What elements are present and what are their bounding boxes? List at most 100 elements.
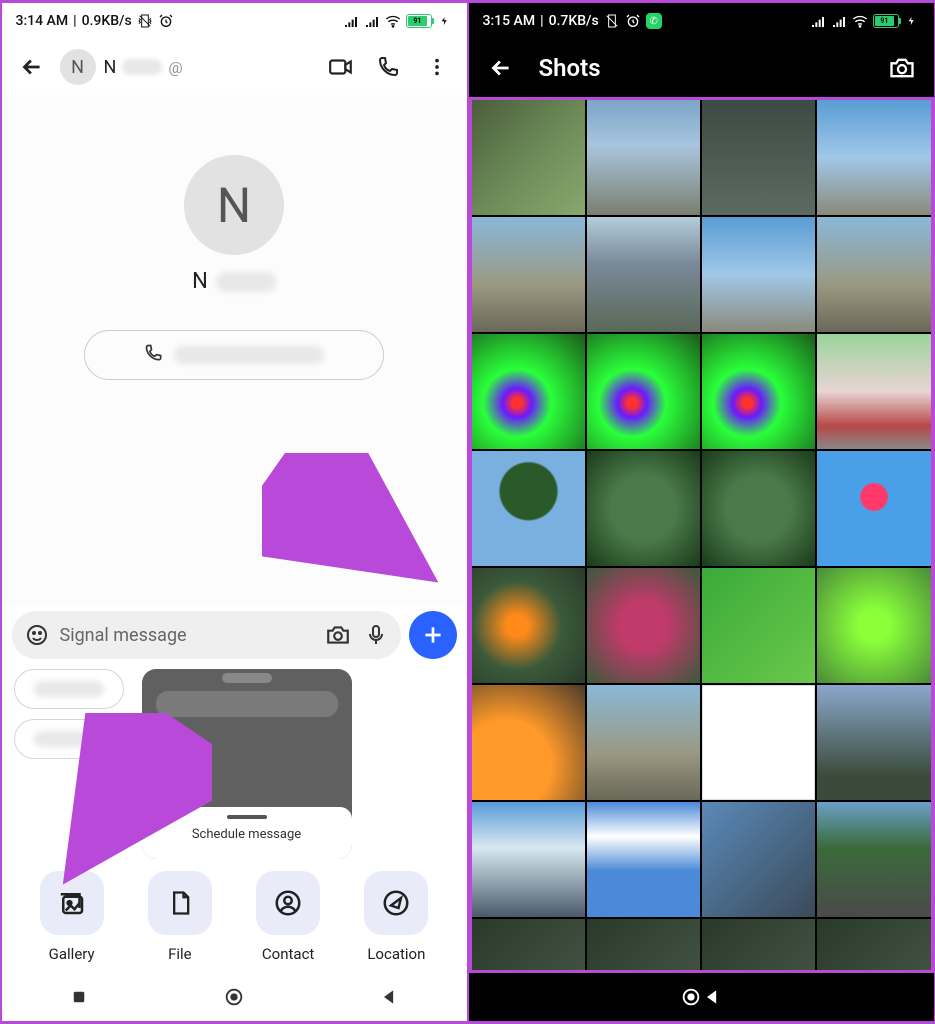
recent-thumbnail[interactable] [14,719,124,759]
voice-call-button[interactable] [369,47,409,87]
gallery-thumbnail[interactable] [817,217,930,332]
profile-phone-bubble[interactable] [84,330,384,380]
attach-location-button[interactable]: Location [364,871,428,963]
attach-plus-button[interactable] [409,611,457,659]
gallery-thumbnail[interactable] [587,451,700,566]
chat-header: N N @ [2,39,467,95]
nav-home-button[interactable] [222,985,246,1009]
status-bar: 3:15 AM | 0.7KB/s ✆ [469,3,934,39]
gallery-thumbnail[interactable] [702,685,815,800]
shots-header: Shots [469,39,934,97]
gallery-thumbnail[interactable] [472,568,585,683]
attach-file-label: File [168,945,192,963]
signal-bars-icon-2 [831,13,847,29]
schedule-preview-card[interactable]: Schedule message [142,669,352,859]
contact-icon [256,871,320,935]
status-time: 3:14 AM [16,13,69,29]
preview-bottom-sheet: Schedule message [142,807,352,859]
phone-icon [144,343,164,367]
nav-recents-button[interactable] [67,985,91,1009]
nav-recents-button[interactable] [689,985,713,1009]
gallery-thumbnail[interactable] [817,100,930,215]
status-left: 3:14 AM | 0.9KB/s [16,13,174,29]
gallery-thumbnail[interactable] [587,217,700,332]
android-nav-bar [2,973,467,1021]
gallery-thumbnail[interactable] [817,568,930,683]
gallery-thumbnail[interactable] [702,334,815,449]
gallery-thumbnail[interactable] [472,334,585,449]
charging-icon [904,13,920,29]
vibrate-off-icon [604,13,620,29]
signal-bars-icon [810,13,826,29]
microphone-icon[interactable] [361,620,391,650]
phone-right-gallery: 3:15 AM | 0.7KB/s ✆ [469,3,934,1021]
gallery-thumbnail[interactable] [817,334,930,449]
gallery-thumbnail[interactable] [587,802,700,917]
attach-gallery-label: Gallery [49,945,95,963]
profile-name-initial: N [192,269,208,294]
gallery-thumbnail[interactable] [587,100,700,215]
profile-phone-redacted [174,346,324,364]
vibrate-off-icon [137,13,153,29]
gallery-thumbnail[interactable] [472,100,585,215]
nav-home-button[interactable] [680,985,702,1009]
gallery-thumbnail[interactable] [587,334,700,449]
video-call-button[interactable] [321,47,361,87]
gallery-thumbnail[interactable] [702,217,815,332]
camera-icon[interactable] [323,620,353,650]
gallery-thumbnail[interactable] [702,100,815,215]
back-button[interactable] [12,47,52,87]
compose-placeholder: Signal message [60,625,315,646]
status-right: 91 [343,13,453,29]
signal-bars-icon-2 [364,13,380,29]
emoji-icon[interactable] [22,620,52,650]
chat-body: N N [2,95,467,605]
gallery-thumbnail[interactable] [472,919,585,973]
compose-input[interactable]: Signal message [12,611,401,659]
gallery-thumbnail[interactable] [817,685,930,800]
gallery-thumbnail[interactable] [472,802,585,917]
attachment-options: Gallery File Contact [14,869,455,965]
gallery-thumbnail[interactable] [817,919,930,973]
battery-icon: 91 [406,14,432,28]
profile-avatar[interactable]: N [184,155,284,255]
gallery-thumbnail[interactable] [587,568,700,683]
nav-back-button[interactable] [377,985,401,1009]
nav-back-button[interactable] [702,985,722,1009]
status-left: 3:15 AM | 0.7KB/s ✆ [483,13,662,29]
gallery-thumbnail[interactable] [587,685,700,800]
attach-file-button[interactable]: File [148,871,212,963]
more-options-button[interactable] [417,47,457,87]
gallery-grid[interactable] [469,97,934,973]
wifi-icon [385,13,401,29]
gallery-thumbnail[interactable] [702,802,815,917]
back-button[interactable] [481,48,521,88]
phone-left-signal-chat: 3:14 AM | 0.9KB/s [2,3,467,1021]
gallery-thumbnail[interactable] [817,451,930,566]
gallery-thumbnail[interactable] [702,451,815,566]
attach-gallery-button[interactable]: Gallery [40,871,104,963]
gallery-thumbnail[interactable] [817,802,930,917]
status-separator: | [540,13,543,29]
drag-handle-icon [227,815,267,819]
gallery-thumbnail[interactable] [472,685,585,800]
whatsapp-notification-icon: ✆ [646,13,662,29]
gallery-thumbnail[interactable] [702,919,815,973]
recent-thumbnail[interactable] [14,669,124,709]
gallery-thumbnail[interactable] [587,919,700,973]
shots-title: Shots [539,54,864,82]
status-bar: 3:14 AM | 0.9KB/s [2,3,467,39]
status-right: 91 [810,13,920,29]
gallery-thumbnail[interactable] [472,451,585,566]
header-avatar-initial: N [71,57,84,78]
camera-button[interactable] [882,48,922,88]
profile-avatar-initial: N [217,177,251,234]
header-avatar[interactable]: N [60,49,96,85]
signal-bars-icon [343,13,359,29]
gallery-thumbnail[interactable] [702,568,815,683]
gallery-thumbnail[interactable] [472,217,585,332]
header-contact-name[interactable]: N @ [104,57,313,78]
attach-contact-button[interactable]: Contact [256,871,320,963]
preview-compose-bar [156,691,338,717]
location-icon [364,871,428,935]
